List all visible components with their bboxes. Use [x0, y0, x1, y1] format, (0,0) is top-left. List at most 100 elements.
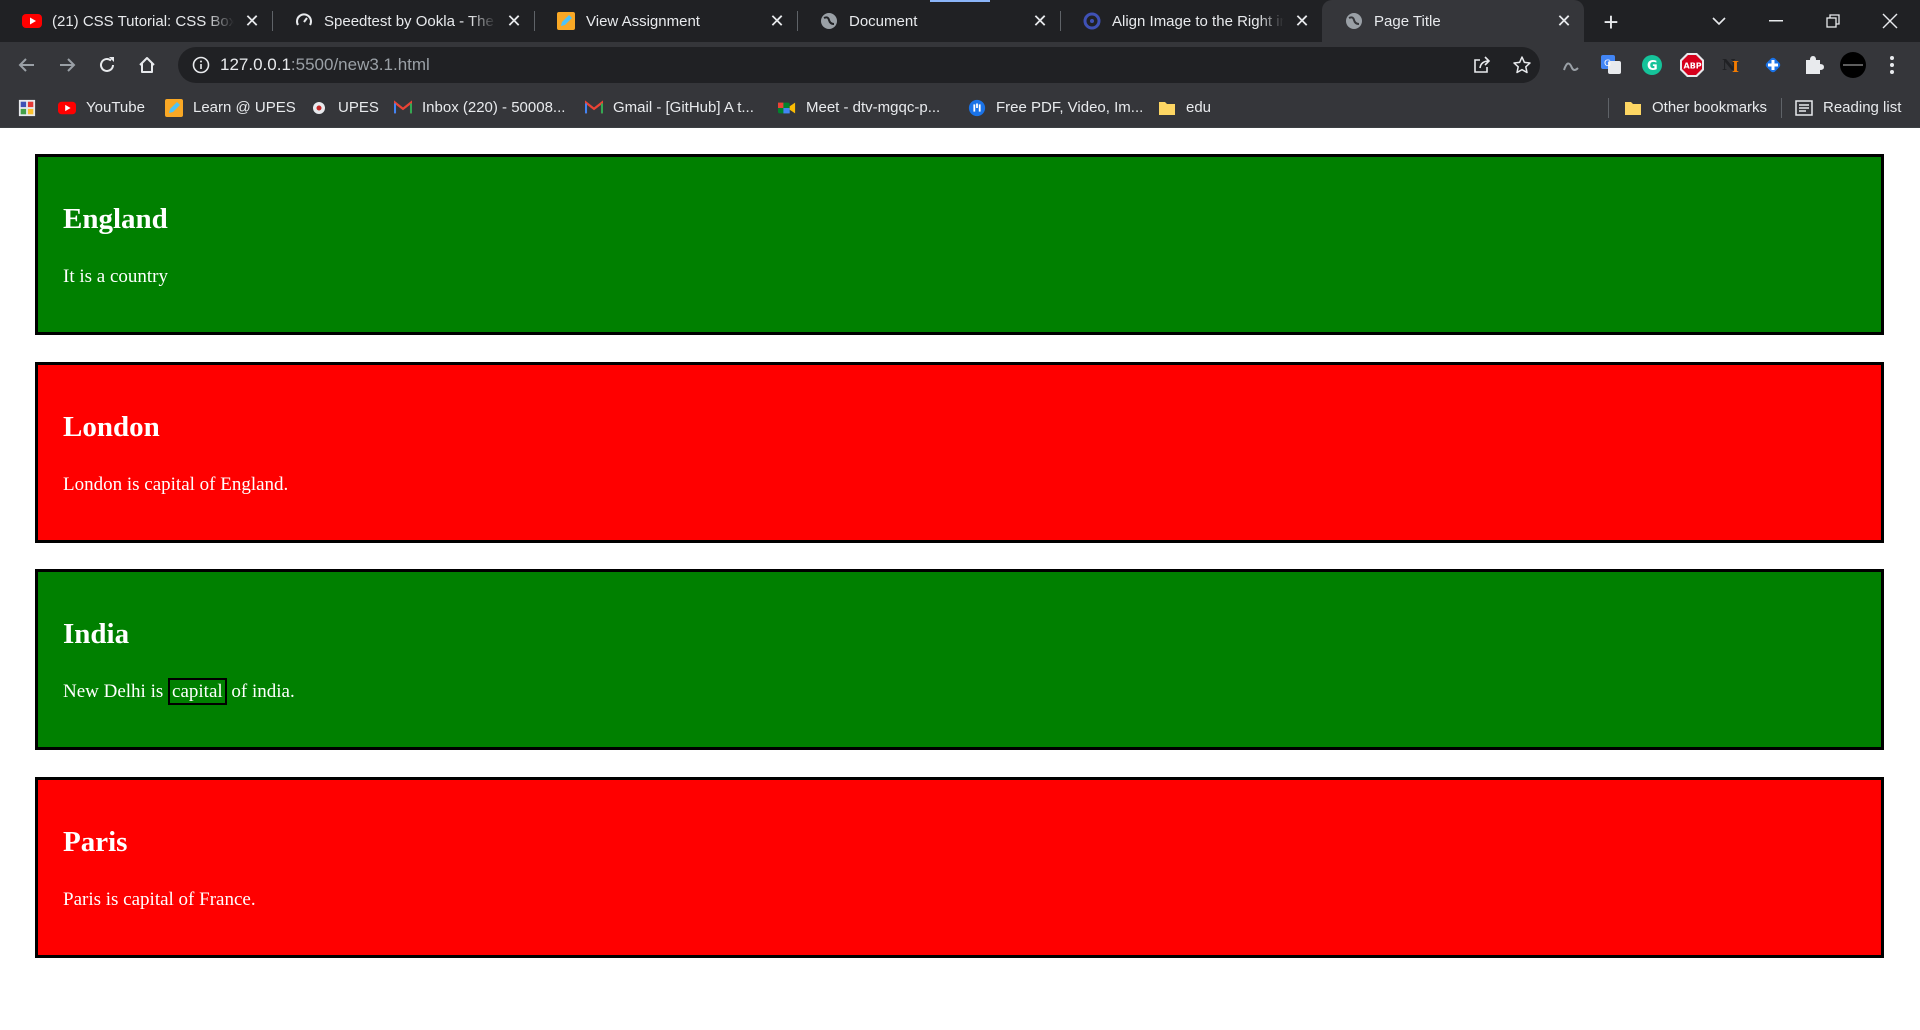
chevron-down-icon: [1712, 17, 1726, 26]
text-after: of india.: [226, 681, 295, 702]
reading-list-icon: [1795, 99, 1813, 117]
globe-icon: [819, 11, 839, 31]
svg-text:G: G: [1604, 59, 1611, 69]
new-tab-button[interactable]: +: [1597, 7, 1625, 37]
bookmark-learn-upes[interactable]: Learn @ UPES: [165, 88, 296, 127]
folder-icon: [1624, 99, 1642, 117]
tab-title: Align Image to the Right in HTML: [1112, 12, 1284, 30]
tab-title: Page Title: [1374, 12, 1441, 30]
bookmark-label: Other bookmarks: [1652, 99, 1768, 116]
tab-page-title[interactable]: Page Title ✕: [1322, 0, 1584, 42]
bookmark-youtube[interactable]: YouTube: [58, 88, 145, 127]
tab-title: View Assignment: [586, 12, 700, 30]
card-text: London is capital of England.: [63, 474, 289, 495]
tab-css-tutorial[interactable]: (21) CSS Tutorial: CSS Box Model ✕: [0, 0, 272, 42]
home-icon: [139, 57, 155, 73]
card-london: London London is capital of England.: [35, 362, 1884, 543]
tab-document[interactable]: Document ✕: [797, 0, 1060, 42]
extension-reader-icon[interactable]: [1557, 51, 1585, 79]
minimize-icon: [1769, 20, 1783, 22]
tab-title: Document: [849, 12, 918, 30]
browser-menu-button[interactable]: [1878, 51, 1906, 79]
tab-align-image[interactable]: Align Image to the Right in HTML ✕: [1060, 0, 1322, 42]
back-button[interactable]: [11, 49, 43, 81]
extensions-puzzle-icon[interactable]: [1799, 51, 1827, 79]
close-window-button[interactable]: [1863, 0, 1917, 42]
bookmark-folder-edu[interactable]: edu: [1158, 88, 1211, 127]
gmail-icon: [394, 99, 412, 117]
bookmark-free-pdf[interactable]: Free PDF, Video, Im...: [968, 88, 1143, 127]
url-path: :5500/new3.1.html: [290, 55, 430, 74]
card-india: India New Delhi is capital of india.: [35, 569, 1884, 750]
star-icon: [1513, 56, 1531, 74]
share-button[interactable]: [1466, 49, 1498, 81]
bookmark-label: UPES: [338, 99, 379, 116]
address-bar[interactable]: 127.0.0.1:5500/new3.1.html: [178, 47, 1540, 83]
tab-view-assignment[interactable]: View Assignment ✕: [534, 0, 797, 42]
url-host: 127.0.0.1: [220, 55, 291, 74]
bookmarks-separator: [1781, 98, 1782, 118]
tab-title: (21) CSS Tutorial: CSS Box Model: [52, 12, 234, 30]
close-tab-icon[interactable]: ✕: [1292, 11, 1312, 31]
minimize-button[interactable]: [1749, 0, 1803, 42]
card-text: Paris is capital of France.: [63, 889, 256, 910]
tab-speedtest[interactable]: Speedtest by Ookla - The Global Broadban…: [272, 0, 534, 42]
svg-text:I: I: [1732, 58, 1739, 76]
browser-toolbar: 127.0.0.1:5500/new3.1.html G G ABP NI: [0, 42, 1920, 88]
close-icon: [1882, 13, 1898, 29]
tab-search-button[interactable]: [1692, 0, 1746, 42]
pencil-icon: [165, 98, 183, 117]
kebab-menu-icon: [1890, 56, 1894, 74]
card-text: New Delhi is capital of india.: [63, 678, 295, 705]
reading-list-button[interactable]: Reading list: [1795, 88, 1901, 127]
close-tab-icon[interactable]: ✕: [242, 11, 262, 31]
apps-shortcut[interactable]: [18, 88, 46, 127]
site-icon: [1082, 11, 1102, 31]
adblock-plus-icon[interactable]: ABP: [1678, 51, 1706, 79]
folder-icon: [1158, 99, 1176, 117]
text-before: New Delhi is: [63, 681, 169, 702]
boxed-word: capital: [168, 678, 227, 705]
reload-button[interactable]: [91, 49, 123, 81]
close-tab-icon[interactable]: ✕: [1554, 11, 1574, 31]
tab-strip: (21) CSS Tutorial: CSS Box Model ✕ Speed…: [0, 0, 1920, 42]
bookmarks-separator: [1608, 98, 1609, 118]
bookmark-folder-other[interactable]: Other bookmarks: [1624, 88, 1767, 127]
tab-title: Speedtest by Ookla - The Global Broadban…: [324, 12, 496, 30]
bookmark-label: Learn @ UPES: [193, 99, 296, 116]
arrow-left-icon: [18, 58, 34, 72]
extension-nx-icon[interactable]: NI: [1718, 51, 1746, 79]
forward-button[interactable]: [51, 49, 83, 81]
card-text: It is a country: [63, 266, 169, 287]
close-tab-icon[interactable]: ✕: [767, 11, 787, 31]
svg-text:ABP: ABP: [1684, 62, 1702, 71]
grammarly-icon[interactable]: G: [1638, 51, 1666, 79]
bookmark-gmail-github[interactable]: Gmail - [GitHub] A t...: [585, 88, 754, 127]
close-tab-icon[interactable]: ✕: [1030, 11, 1050, 31]
restore-button[interactable]: [1806, 0, 1860, 42]
bookmark-star-button[interactable]: [1506, 49, 1538, 81]
bookmarks-bar: YouTube Learn @ UPES UPES Inbox (220) - …: [0, 88, 1920, 128]
card-england: England It is a country: [35, 154, 1884, 335]
svg-text:G: G: [1647, 59, 1658, 74]
url-text: 127.0.0.1:5500/new3.1.html: [220, 55, 430, 75]
close-tab-icon[interactable]: ✕: [504, 11, 524, 31]
site-info-icon[interactable]: [192, 56, 210, 74]
bookmark-label: YouTube: [86, 99, 145, 116]
card-heading: England: [63, 203, 168, 235]
google-translate-icon[interactable]: G: [1597, 51, 1625, 79]
arrow-right-icon: [60, 58, 76, 72]
share-icon: [1474, 56, 1491, 73]
bookmark-label: Free PDF, Video, Im...: [996, 99, 1144, 116]
home-button[interactable]: [131, 49, 163, 81]
bookmark-inbox[interactable]: Inbox (220) - 50008...: [394, 88, 565, 127]
bookmark-label: edu: [1186, 99, 1212, 116]
bookmark-upes[interactable]: UPES: [310, 88, 379, 127]
extension-gamepad-icon[interactable]: [1759, 51, 1787, 79]
bookmark-meet[interactable]: Meet - dtv-mgqc-p...: [778, 88, 940, 127]
bookmark-label: Meet - dtv-mgqc-p...: [806, 99, 941, 116]
profile-avatar[interactable]: [1839, 51, 1867, 79]
bookmark-label: Reading list: [1823, 99, 1902, 116]
youtube-icon: [22, 11, 42, 31]
globe-icon: [1344, 11, 1364, 31]
